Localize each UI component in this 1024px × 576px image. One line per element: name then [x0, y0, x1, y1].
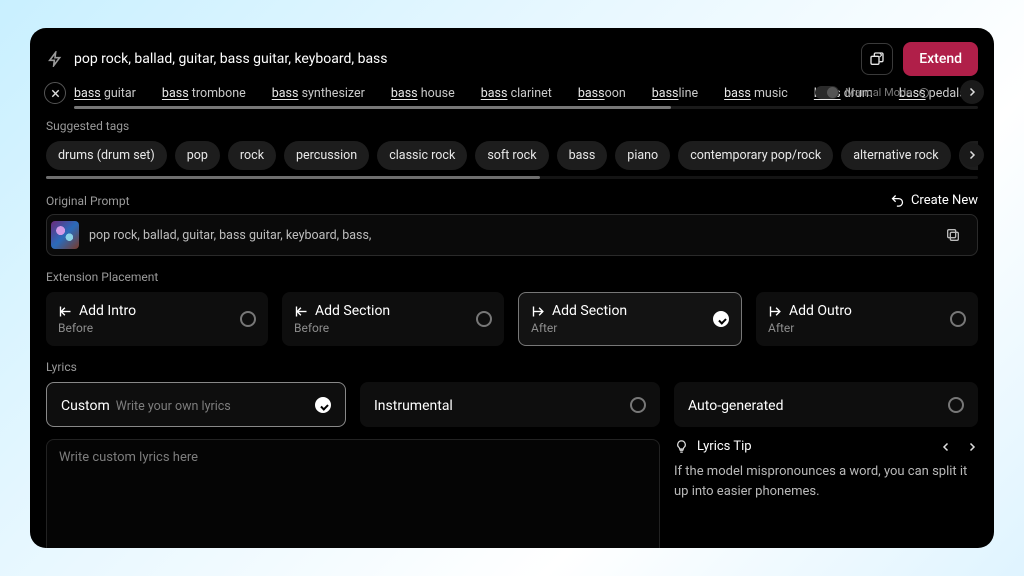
lightbulb-icon: [674, 439, 689, 454]
radio-icon: [948, 397, 964, 413]
lyrics-tip-title: Lyrics Tip: [697, 439, 752, 454]
create-new-button[interactable]: Create New: [890, 193, 978, 208]
lyrics-bottom-row: Lyrics Tip If the model mispronounces a …: [46, 439, 978, 548]
suggested-tag[interactable]: soft rock: [475, 141, 548, 170]
extension-option[interactable]: Add SectionAfter: [518, 292, 742, 346]
tip-nav: [940, 441, 978, 453]
prompt-title: pop rock, ballad, guitar, bass guitar, k…: [74, 51, 851, 67]
autocomplete-term[interactable]: bass music: [724, 86, 788, 101]
lyrics-textarea[interactable]: [46, 439, 660, 548]
suggested-tag[interactable]: drums (drum set): [46, 141, 167, 170]
suggested-tag[interactable]: classic rock: [377, 141, 467, 170]
autocomplete-term[interactable]: bass house: [391, 86, 455, 101]
copy-prompt-button[interactable]: [937, 219, 969, 251]
copy-icon: [945, 227, 961, 243]
autocomplete-term[interactable]: bassoon: [578, 86, 626, 101]
extension-option[interactable]: Add OutroAfter: [756, 292, 978, 346]
autocomplete-term[interactable]: bass clarinet: [481, 86, 552, 101]
lyrics-tip-box: Lyrics Tip If the model mispronounces a …: [674, 439, 978, 548]
suggested-tag[interactable]: rock: [228, 141, 276, 170]
autocomplete-scrollbar[interactable]: [74, 106, 978, 109]
close-autocomplete-button[interactable]: [44, 82, 66, 104]
lyrics-tip-body: If the model mispronounces a word, you c…: [674, 462, 978, 501]
top-bar: pop rock, ballad, guitar, bass guitar, k…: [46, 42, 978, 76]
radio-icon: [630, 397, 646, 413]
extend-panel: pop rock, ballad, guitar, bass guitar, k…: [30, 28, 994, 548]
undo-icon: [890, 193, 905, 208]
autocomplete-term[interactable]: bassline: [652, 86, 698, 101]
swap-icon-button[interactable]: [861, 43, 893, 75]
suggested-tag[interactable]: bass: [557, 141, 608, 170]
lyrics-option[interactable]: Auto-generated: [674, 382, 978, 427]
lyrics-option[interactable]: Instrumental: [360, 382, 660, 427]
suggested-tags-label: Suggested tags: [46, 119, 978, 133]
extension-placement-grid: Add IntroBefore Add SectionBefore Add Sect…: [46, 292, 978, 346]
radio-icon: [713, 311, 729, 327]
tags-scroll-right-button[interactable]: [960, 143, 984, 167]
lyrics-label: Lyrics: [46, 360, 978, 374]
extension-option[interactable]: Add SectionBefore: [282, 292, 504, 346]
autocomplete-term[interactable]: bass guitar: [74, 86, 136, 101]
radio-icon: [476, 311, 492, 327]
extension-placement-label: Extension Placement: [46, 270, 978, 284]
autocomplete-term[interactable]: bass drum: [814, 86, 873, 101]
tip-next-button[interactable]: [966, 441, 978, 453]
tip-prev-button[interactable]: [940, 441, 952, 453]
prompt-thumbnail: [51, 221, 79, 249]
tags-scrollbar[interactable]: [46, 176, 978, 179]
original-prompt-card[interactable]: pop rock, ballad, guitar, bass guitar, k…: [46, 214, 978, 256]
suggested-tag[interactable]: alternative rock: [841, 141, 950, 170]
app-logo-icon: [46, 50, 64, 68]
autocomplete-row: bass guitar bass trombone bass synthesizer…: [46, 82, 978, 109]
suggested-tag[interactable]: contemporary pop/rock: [678, 141, 833, 170]
original-prompt-text: pop rock, ballad, guitar, bass guitar, k…: [89, 228, 927, 243]
suggested-tag[interactable]: pop: [175, 141, 220, 170]
suggested-tag[interactable]: piano: [615, 141, 670, 170]
radio-icon: [315, 397, 331, 413]
autocomplete-scroll-right-button[interactable]: [960, 80, 984, 104]
autocomplete-list[interactable]: bass guitar bass trombone bass synthesizer…: [74, 82, 978, 104]
suggested-tags-row: drums (drum set) poprock percussion classic…: [46, 141, 978, 179]
suggested-tags-list[interactable]: drums (drum set) poprock percussion classic…: [46, 141, 978, 170]
radio-icon: [240, 311, 256, 327]
autocomplete-term[interactable]: bass pedals: [899, 86, 966, 101]
lyrics-mode-row: CustomWrite your own lyrics Instrumental A…: [46, 382, 978, 427]
suggested-tag[interactable]: percussion: [284, 141, 369, 170]
original-prompt-label: Original Prompt: [46, 194, 130, 208]
extension-option[interactable]: Add IntroBefore: [46, 292, 268, 346]
autocomplete-term[interactable]: bass trombone: [162, 86, 246, 101]
lyrics-option[interactable]: CustomWrite your own lyrics: [46, 382, 346, 427]
radio-icon: [950, 311, 966, 327]
extend-button[interactable]: Extend: [903, 42, 978, 76]
autocomplete-term[interactable]: bass synthesizer: [272, 86, 365, 101]
